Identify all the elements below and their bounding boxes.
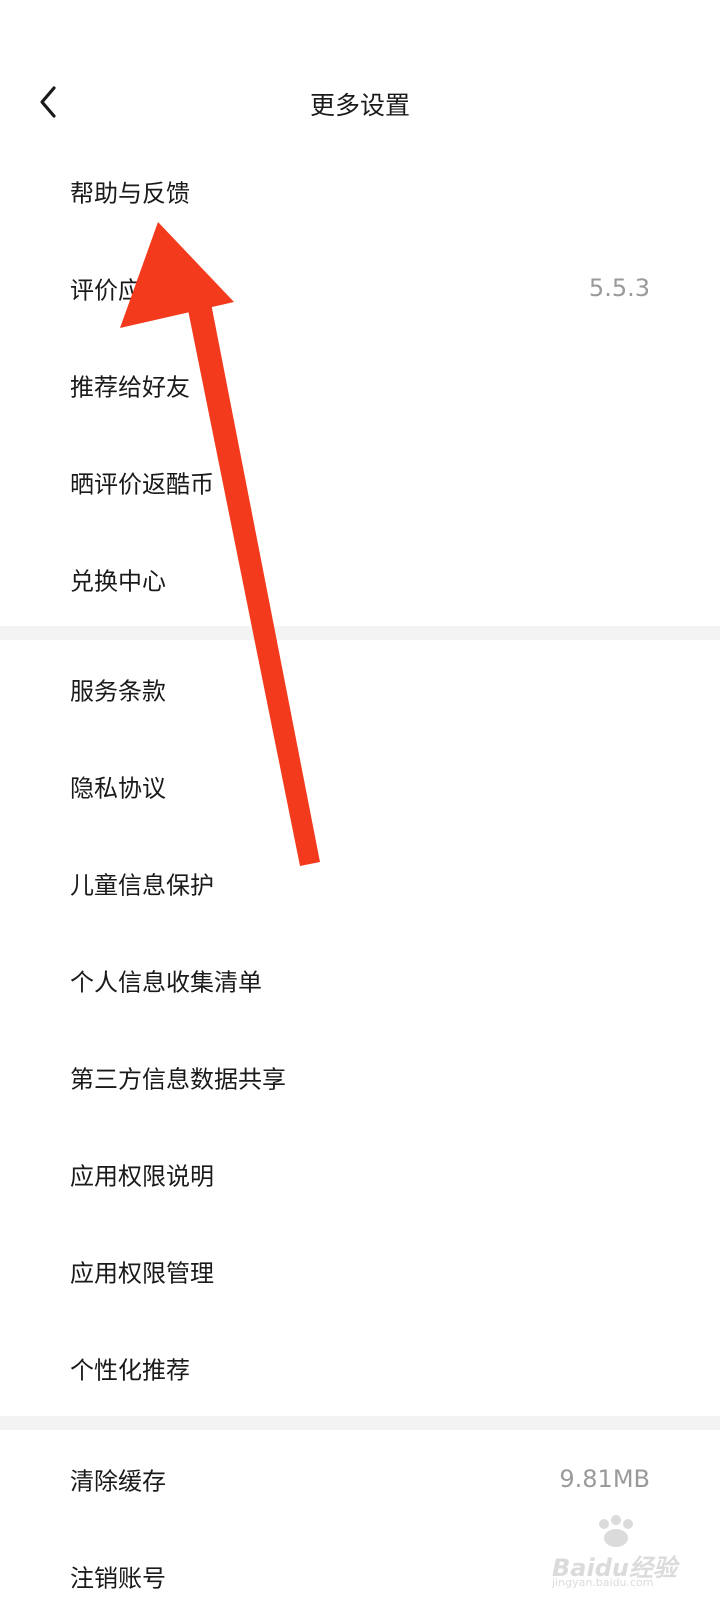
- cache-size-value: 9.81MB: [559, 1464, 650, 1493]
- section-divider: [0, 626, 720, 640]
- settings-item-redeem-center[interactable]: 兑换中心: [0, 530, 720, 627]
- settings-item-review-rewards[interactable]: 晒评价返酷币: [0, 433, 720, 530]
- settings-item-label: 帮助与反馈: [70, 179, 190, 207]
- settings-item-label: 评价应用: [70, 276, 166, 304]
- page-title: 更多设置: [309, 91, 410, 120]
- settings-item-third-party-sharing[interactable]: 第三方信息数据共享: [0, 1028, 720, 1125]
- settings-item-label: 第三方信息数据共享: [70, 1065, 286, 1093]
- settings-item-label: 隐私协议: [70, 774, 166, 802]
- settings-item-help-feedback[interactable]: 帮助与反馈: [0, 142, 720, 239]
- settings-item-permission-manage[interactable]: 应用权限管理: [0, 1222, 720, 1319]
- baidu-jingyan-watermark: Baidu经验 jingyan.baidu.com: [540, 1514, 690, 1590]
- settings-item-label: 清除缓存: [70, 1467, 166, 1495]
- watermark-url: jingyan.baidu.com: [552, 1576, 654, 1589]
- settings-item-label: 推荐给好友: [70, 373, 190, 401]
- settings-item-permission-info[interactable]: 应用权限说明: [0, 1125, 720, 1222]
- settings-item-recommend-friends[interactable]: 推荐给好友: [0, 336, 720, 433]
- settings-item-privacy[interactable]: 隐私协议: [0, 737, 720, 834]
- section-divider: [0, 1416, 720, 1430]
- settings-item-personalized-recommend[interactable]: 个性化推荐: [0, 1319, 720, 1416]
- settings-item-rate-app[interactable]: 评价应用 5.5.3: [0, 239, 720, 336]
- settings-group-general: 帮助与反馈 评价应用 5.5.3 推荐给好友 晒评价返酷币 兑换中心: [0, 142, 720, 627]
- settings-item-terms[interactable]: 服务条款: [0, 640, 720, 737]
- settings-item-label: 注销账号: [70, 1564, 166, 1592]
- settings-item-label: 应用权限管理: [70, 1259, 214, 1287]
- settings-item-personal-info-list[interactable]: 个人信息收集清单: [0, 931, 720, 1028]
- settings-item-clear-cache[interactable]: 清除缓存 9.81MB: [0, 1430, 720, 1527]
- settings-item-label: 应用权限说明: [70, 1162, 214, 1190]
- settings-item-label: 晒评价返酷币: [70, 470, 214, 498]
- top-bar: 更多设置: [0, 52, 720, 152]
- version-value: 5.5.3: [588, 273, 650, 302]
- paw-logo-icon: [599, 1515, 633, 1547]
- settings-item-label: 个人信息收集清单: [70, 968, 262, 996]
- settings-item-label: 个性化推荐: [70, 1356, 190, 1384]
- settings-item-label: 儿童信息保护: [70, 871, 214, 899]
- settings-group-legal: 服务条款 隐私协议 儿童信息保护 个人信息收集清单 第三方信息数据共享 应用权限…: [0, 640, 720, 1416]
- settings-item-label: 兑换中心: [70, 567, 166, 595]
- settings-item-label: 服务条款: [70, 677, 166, 705]
- settings-item-child-protection[interactable]: 儿童信息保护: [0, 834, 720, 931]
